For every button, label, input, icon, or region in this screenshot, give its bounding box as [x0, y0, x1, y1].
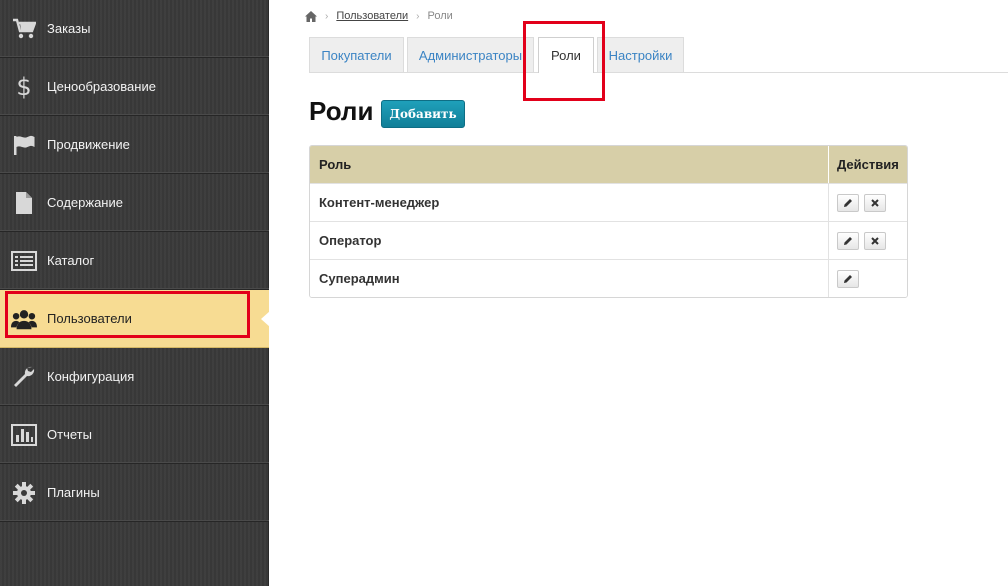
role-name: Контент-менеджер: [310, 184, 829, 221]
sidebar-item-promotion[interactable]: Продвижение: [0, 116, 269, 174]
table-header: Роль Действия: [310, 146, 907, 183]
tab-customers[interactable]: Покупатели: [309, 37, 404, 72]
pencil-icon: [844, 274, 852, 283]
flag-icon: [11, 132, 37, 158]
role-name: Суперадмин: [310, 260, 829, 297]
sidebar-item-plugins[interactable]: Плагины: [0, 464, 269, 522]
wrench-icon: [11, 364, 37, 390]
sidebar-item-orders[interactable]: Заказы: [0, 0, 269, 58]
sidebar-item-label: Плагины: [47, 485, 100, 500]
bar-chart-icon: [11, 422, 37, 448]
list-icon: [11, 248, 37, 274]
active-indicator: [261, 311, 270, 327]
breadcrumb-separator: ›: [416, 10, 420, 22]
breadcrumb-current: Роли: [427, 10, 453, 22]
close-icon: [871, 198, 879, 207]
delete-button[interactable]: [864, 231, 886, 250]
table-row: Оператор: [310, 221, 907, 259]
pencil-icon: [844, 236, 852, 245]
pencil-icon: [844, 198, 852, 207]
tab-settings[interactable]: Настройки: [597, 37, 684, 72]
tab-administrators[interactable]: Администраторы: [407, 37, 534, 72]
sidebar-item-label: Продвижение: [47, 137, 130, 152]
dollar-icon: $: [16, 72, 32, 101]
table-row: Суперадмин: [310, 259, 907, 297]
home-icon[interactable]: [305, 10, 317, 22]
row-actions: [829, 184, 907, 221]
page-title: Роли: [309, 96, 374, 126]
delete-button[interactable]: [864, 193, 886, 212]
breadcrumb-users-link[interactable]: Пользователи: [336, 10, 408, 22]
sidebar-item-label: Заказы: [47, 21, 91, 36]
close-icon: [871, 236, 879, 245]
edit-button[interactable]: [837, 231, 859, 250]
sidebar-item-label: Содержание: [47, 195, 123, 210]
row-actions: [829, 260, 907, 297]
sidebar-item-configuration[interactable]: Конфигурация: [0, 348, 269, 406]
sidebar-item-pricing[interactable]: $ Ценообразование: [0, 58, 269, 116]
document-icon: [11, 190, 37, 216]
row-actions: [829, 222, 907, 259]
highlight-users-box: [5, 291, 250, 338]
sidebar-item-reports[interactable]: Отчеты: [0, 406, 269, 464]
cart-icon: [11, 16, 37, 42]
table-row: Контент-менеджер: [310, 183, 907, 221]
column-header-role[interactable]: Роль: [310, 146, 829, 183]
highlight-roles-tab-box: [523, 21, 605, 101]
sidebar-item-label: Отчеты: [47, 427, 92, 442]
add-role-button[interactable]: Добавить: [381, 100, 465, 128]
edit-button[interactable]: [837, 269, 859, 288]
sidebar-item-content[interactable]: Содержание: [0, 174, 269, 232]
breadcrumb-separator: ›: [325, 10, 329, 22]
edit-button[interactable]: [837, 193, 859, 212]
sidebar-item-label: Ценообразование: [47, 79, 156, 94]
tabs-bar: Покупатели Администраторы Роли Настройки: [309, 37, 1008, 73]
column-header-actions: Действия: [837, 157, 899, 172]
breadcrumb: › Пользователи › Роли: [305, 10, 453, 22]
sidebar-item-label: Конфигурация: [47, 369, 135, 384]
role-name: Оператор: [310, 222, 829, 259]
sidebar-item-catalog[interactable]: Каталог: [0, 232, 269, 290]
sidebar-item-label: Каталог: [47, 253, 95, 268]
roles-table: Роль Действия Контент-менеджер Оператор …: [309, 145, 908, 298]
gear-icon: [11, 480, 37, 506]
